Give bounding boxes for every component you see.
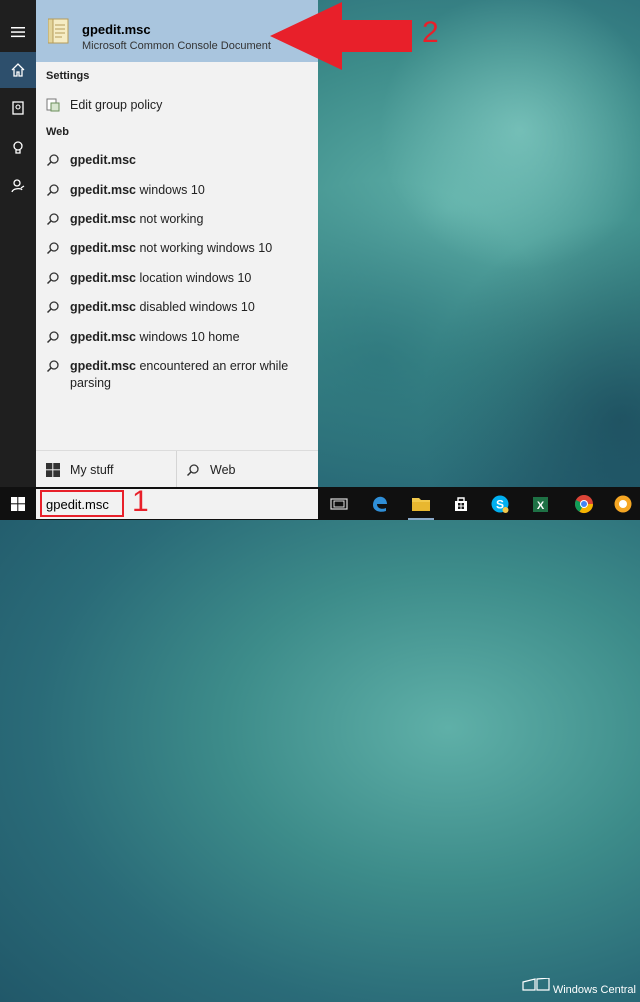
my-stuff-button[interactable]: My stuff <box>46 451 114 488</box>
search-icon <box>46 154 59 167</box>
suggestion-query: gpedit.msc <box>70 212 136 226</box>
windows-logo-icon <box>46 462 60 477</box>
hamburger-icon <box>11 27 25 38</box>
web-suggestion[interactable]: gpedit.msc location windows 10 <box>36 270 318 287</box>
file-explorer-button[interactable] <box>410 493 432 515</box>
feedback-icon <box>11 179 25 193</box>
edge-icon <box>373 496 387 512</box>
search-icon <box>46 331 59 344</box>
chrome-icon <box>575 495 593 514</box>
search-scope-bar: My stuff Web <box>36 450 318 488</box>
annotation-arrow <box>270 2 412 70</box>
search-icon <box>46 360 59 373</box>
web-suggestion[interactable]: gpedit.msc not working windows 10 <box>36 240 318 257</box>
top-hit-title: gpedit.msc <box>82 22 151 37</box>
suggestion-query: gpedit.msc <box>70 241 136 255</box>
annotation-number-1: 1 <box>132 485 149 518</box>
excel-button[interactable]: X <box>529 493 551 515</box>
search-icon <box>46 213 59 226</box>
search-icon <box>46 184 59 197</box>
suggestion-query: gpedit.msc <box>70 300 136 314</box>
orange-circle-icon <box>614 495 632 513</box>
web-suggestion[interactable]: gpedit.msc not working <box>36 211 318 228</box>
settings-section-heading: Settings <box>46 70 90 82</box>
notebook-button[interactable] <box>0 90 36 126</box>
suggestion-rest: disabled windows 10 <box>136 300 255 314</box>
hamburger-menu-button[interactable] <box>0 14 36 50</box>
suggestion-rest: windows 10 home <box>136 330 240 344</box>
folder-icon <box>412 498 430 511</box>
windows-central-logo-icon <box>522 978 550 991</box>
console-document-icon <box>48 18 69 44</box>
lightbulb-icon <box>13 141 23 154</box>
settings-item-label: Edit group policy <box>70 98 163 112</box>
skype-button[interactable]: S <box>489 493 511 515</box>
store-bag-icon <box>455 497 467 511</box>
reminders-button[interactable] <box>0 130 36 166</box>
svg-text:X: X <box>537 500 545 512</box>
store-button[interactable] <box>450 493 472 515</box>
watermark-text: Windows Central <box>552 984 636 996</box>
annotation-number-2: 2 <box>422 16 439 49</box>
web-scope-button[interactable]: Web <box>186 451 235 488</box>
suggestion-rest: windows 10 <box>136 183 205 197</box>
search-icon <box>186 463 199 476</box>
scope-divider <box>176 451 177 488</box>
suggestion-query: gpedit.msc <box>70 271 136 285</box>
web-section-heading: Web <box>46 126 70 138</box>
web-suggestion[interactable]: gpedit.msc encountered an error while pa… <box>36 358 318 392</box>
edge-browser-button[interactable] <box>369 493 391 515</box>
chrome-button[interactable] <box>573 493 595 515</box>
web-suggestion[interactable]: gpedit.msc windows 10 <box>36 182 318 199</box>
home-button[interactable] <box>0 52 36 88</box>
search-icon <box>46 301 59 314</box>
excel-icon: X <box>533 497 548 512</box>
web-suggestion[interactable]: gpedit.msc windows 10 home <box>36 329 318 346</box>
suggestion-rest: location windows 10 <box>136 271 252 285</box>
suggestion-query: gpedit.msc <box>70 359 136 373</box>
start-rail <box>0 0 36 487</box>
search-results-panel: gpedit.msc Microsoft Common Console Docu… <box>36 0 318 488</box>
suggestion-rest: not working <box>136 212 204 226</box>
feedback-button[interactable] <box>0 168 36 204</box>
web-suggestion[interactable]: gpedit.msc disabled windows 10 <box>36 299 318 316</box>
settings-item-edit-group-policy[interactable]: Edit group policy <box>36 97 318 114</box>
skype-icon: S <box>491 495 509 513</box>
search-icon <box>46 272 59 285</box>
annotation-box-search <box>40 490 124 517</box>
notebook-icon <box>12 101 24 115</box>
watermark: Windows Central <box>521 978 636 1002</box>
task-view-icon <box>330 498 348 510</box>
suggestion-query: gpedit.msc <box>70 330 136 344</box>
group-policy-icon <box>46 98 60 112</box>
suggestion-rest: not working windows 10 <box>136 241 273 255</box>
app-orange-button[interactable] <box>612 493 634 515</box>
my-stuff-label: My stuff <box>70 462 114 477</box>
suggestion-query: gpedit.msc <box>70 153 136 167</box>
task-view-button[interactable] <box>328 493 350 515</box>
windows-logo-icon <box>11 496 25 511</box>
top-hit-subtitle: Microsoft Common Console Document <box>82 40 271 52</box>
search-icon <box>46 242 59 255</box>
web-suggestion[interactable]: gpedit.msc <box>36 152 318 169</box>
home-icon <box>11 63 25 77</box>
start-button[interactable] <box>0 487 36 520</box>
suggestion-query: gpedit.msc <box>70 183 136 197</box>
web-scope-label: Web <box>210 462 236 477</box>
